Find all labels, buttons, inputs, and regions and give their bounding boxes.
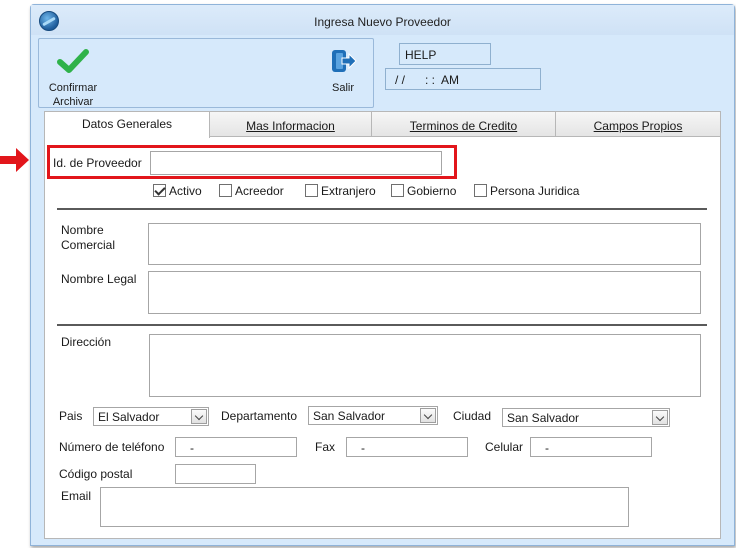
direccion-label: Dirección xyxy=(61,335,112,349)
fax-label: Fax xyxy=(315,440,336,454)
pais-label: Pais xyxy=(59,409,83,423)
codigo-postal-input[interactable] xyxy=(175,464,256,484)
checkbox-checked-icon xyxy=(153,184,166,197)
telefono-label: Número de teléfono xyxy=(59,440,165,454)
nombre-comercial-label-line1: Nombre xyxy=(61,223,104,237)
departamento-label: Departamento xyxy=(221,409,298,423)
confirm-archive-button[interactable]: Confirmar Archivar xyxy=(41,47,105,109)
checkbox-icon xyxy=(305,184,318,197)
checkbox-extranjero[interactable]: Extranjero xyxy=(305,184,376,200)
confirm-label-line1: Confirmar xyxy=(48,82,98,94)
red-arrow-icon xyxy=(0,148,29,172)
confirm-label-line2: Archivar xyxy=(52,96,94,108)
ciudad-select[interactable]: San Salvador xyxy=(502,408,670,427)
fax-input[interactable]: - xyxy=(346,437,468,457)
datos-generales-panel: Id. de Proveedor Activo Acreedor Extranj… xyxy=(44,136,721,539)
checkbox-icon xyxy=(219,184,232,197)
nombre-comercial-input[interactable] xyxy=(148,223,701,265)
checkbox-label: Acreedor xyxy=(235,184,284,198)
checkbox-label: Persona Juridica xyxy=(490,184,580,198)
chevron-down-icon[interactable] xyxy=(652,410,668,425)
direccion-input[interactable] xyxy=(149,334,701,397)
exit-door-icon xyxy=(332,50,357,72)
codigo-postal-label: Código postal xyxy=(59,467,133,481)
tab-campos-propios[interactable]: Campos Propios xyxy=(555,111,721,137)
section-divider xyxy=(57,324,707,326)
departamento-select[interactable]: San Salvador xyxy=(308,406,438,425)
datetime-text: / / : : AM xyxy=(395,73,460,87)
checkbox-label: Extranjero xyxy=(321,184,376,198)
tab-label: Datos Generales xyxy=(81,117,173,131)
checkbox-gobierno[interactable]: Gobierno xyxy=(391,184,456,200)
datetime-field: / / : : AM xyxy=(385,68,541,90)
exit-label: Salir xyxy=(331,82,354,94)
toolbar: Confirmar Archivar Salir xyxy=(38,38,374,108)
nombre-legal-label: Nombre Legal xyxy=(61,272,137,286)
provider-window: Ingresa Nuevo Proveedor Confirmar Archiv… xyxy=(30,4,735,546)
checkbox-label: Activo xyxy=(169,184,202,198)
checkbox-activo[interactable]: Activo xyxy=(153,184,202,200)
tab-label: Terminos de Credito xyxy=(409,119,518,133)
checkbox-icon xyxy=(474,184,487,197)
tab-terminos-credito[interactable]: Terminos de Credito xyxy=(371,111,556,137)
telefono-input[interactable]: - xyxy=(175,437,297,457)
nombre-legal-input[interactable] xyxy=(148,271,701,314)
email-input[interactable] xyxy=(100,487,629,527)
pais-value: El Salvador xyxy=(98,410,160,424)
departamento-value: San Salvador xyxy=(313,409,386,423)
tab-label: Campos Propios xyxy=(593,119,683,133)
ciudad-label: Ciudad xyxy=(453,409,492,423)
id-proveedor-input[interactable] xyxy=(150,151,442,175)
window-title: Ingresa Nuevo Proveedor xyxy=(314,15,451,29)
tab-mas-informacion[interactable]: Mas Informacion xyxy=(209,111,372,137)
ciudad-value: San Salvador xyxy=(507,411,580,425)
nombre-comercial-label-line2: Comercial xyxy=(61,238,116,252)
pais-select[interactable]: El Salvador xyxy=(93,407,209,426)
tab-label: Mas Informacion xyxy=(246,119,335,133)
help-field: HELP xyxy=(399,43,491,65)
celular-label: Celular xyxy=(485,440,524,454)
chevron-down-icon[interactable] xyxy=(191,409,207,424)
checkbox-acreedor[interactable]: Acreedor xyxy=(219,184,284,200)
email-label: Email xyxy=(61,489,92,503)
title-bar: Ingresa Nuevo Proveedor xyxy=(31,5,734,35)
tab-bar: Datos Generales Mas Informacion Terminos… xyxy=(44,111,721,138)
section-divider xyxy=(57,208,707,210)
checkbox-persona-juridica[interactable]: Persona Juridica xyxy=(474,184,579,200)
id-proveedor-label: Id. de Proveedor xyxy=(53,156,142,170)
celular-input[interactable]: - xyxy=(530,437,652,457)
chevron-down-icon[interactable] xyxy=(420,408,436,423)
exit-button[interactable]: Salir xyxy=(315,47,371,95)
checkbox-label: Gobierno xyxy=(407,184,457,198)
tab-datos-generales[interactable]: Datos Generales xyxy=(44,111,210,138)
checkbox-icon xyxy=(391,184,404,197)
checkmark-icon xyxy=(57,49,89,73)
